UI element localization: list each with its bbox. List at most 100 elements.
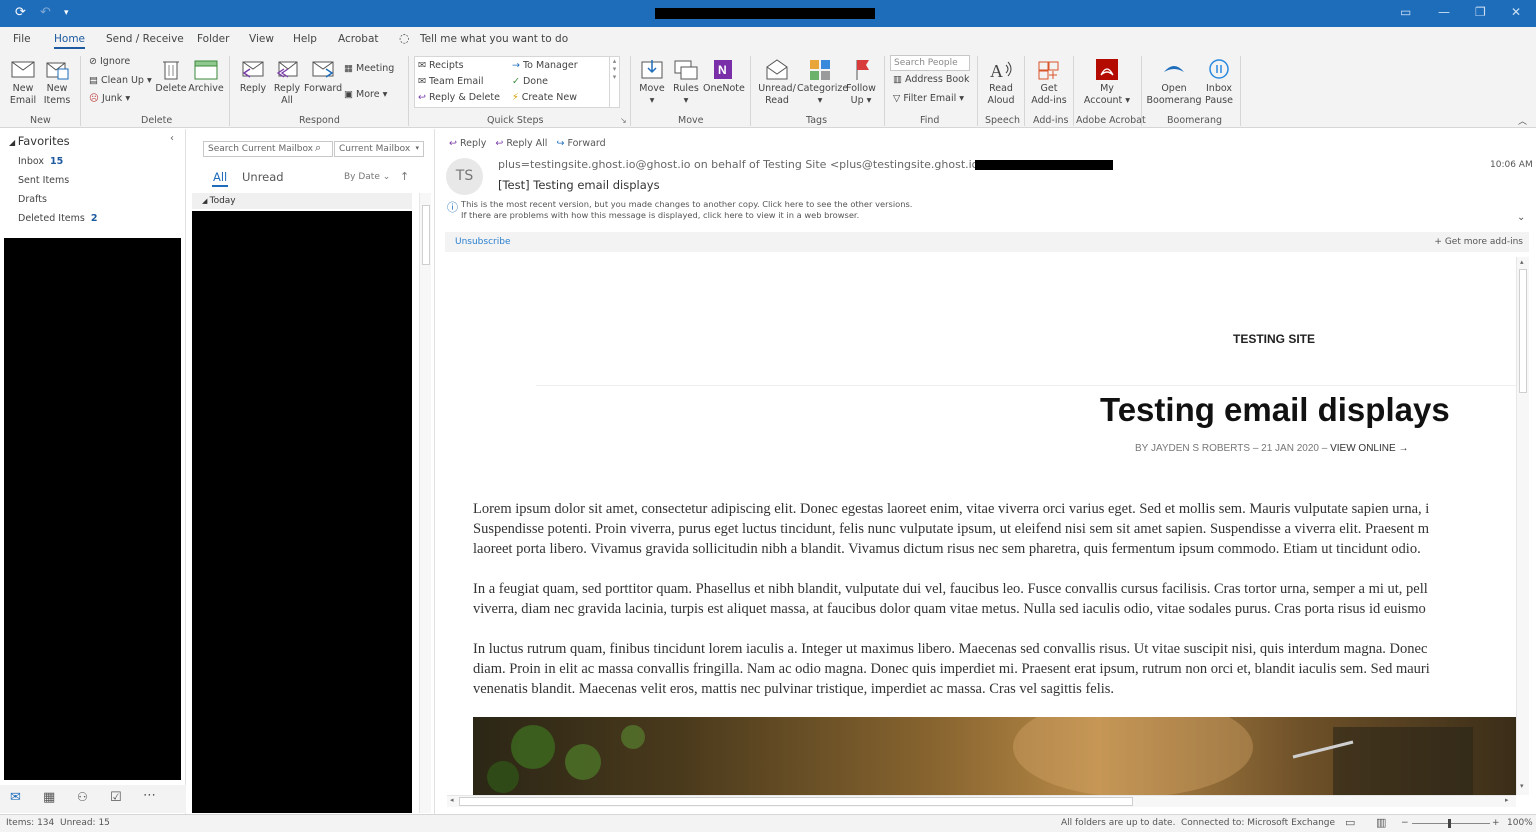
expand-header-icon[interactable]: ⌄ [1517, 212, 1525, 223]
qs-create-new[interactable]: ⚡ Create New [512, 92, 577, 103]
follow-up-button[interactable]: Follow Up ▾ [843, 57, 879, 107]
unread-read-button[interactable]: Unread/ Read [757, 57, 797, 107]
quick-steps-launcher-icon[interactable]: ↘ [620, 116, 627, 125]
mail-icon[interactable]: ✉ [10, 790, 21, 805]
sort-direction-icon[interactable]: ↑ [400, 170, 409, 183]
view-online-link[interactable]: VIEW ONLINE → [1330, 443, 1408, 454]
collapse-ribbon-icon[interactable]: ︿ [1518, 114, 1527, 127]
sort-by-dropdown[interactable]: By Date ⌄ [344, 172, 390, 182]
folder-sent-items[interactable]: Sent Items [18, 175, 69, 186]
unsubscribe-link[interactable]: Unsubscribe [455, 237, 511, 247]
search-mailbox-input[interactable]: Search Current Mailbox [203, 141, 333, 157]
ribbon-display-options-icon[interactable]: ▭ [1400, 5, 1411, 19]
address-book-button[interactable]: ▥ Address Book [893, 74, 970, 85]
collapse-pane-icon[interactable]: ‹ [170, 133, 174, 144]
ignore-button[interactable]: ⊘ Ignore [89, 56, 130, 67]
tab-file[interactable]: File [13, 33, 31, 45]
my-account-button[interactable]: My Account ▾ [1081, 57, 1133, 107]
undo-icon[interactable]: ↶ [40, 5, 51, 20]
folder-inbox[interactable]: Inbox 15 [18, 156, 63, 167]
search-icon[interactable]: ⌕ [315, 141, 321, 155]
scrollbar-thumb[interactable] [1519, 269, 1527, 393]
email-hero-image [473, 717, 1516, 795]
calendar-icon[interactable]: ▦ [43, 790, 55, 805]
reading-pane-horizontal-scrollbar[interactable]: ◂ ▸ [447, 795, 1516, 807]
minimize-icon[interactable]: — [1438, 5, 1450, 19]
maximize-icon[interactable]: ❐ [1475, 5, 1486, 19]
message-list-scrollbar[interactable] [419, 193, 431, 813]
zoom-in-icon[interactable]: + [1492, 818, 1500, 828]
reply-all-button[interactable]: Reply All [270, 57, 304, 107]
reading-view-icon[interactable]: ▥ [1376, 816, 1386, 829]
rules-button[interactable]: Rules ▾ [669, 57, 703, 107]
email-site-name[interactable]: TESTING SITE [1233, 332, 1315, 346]
qs-team-email[interactable]: ✉ Team Email [418, 76, 483, 87]
quick-steps-scroll[interactable]: ▴ ▾ ▾ [609, 57, 619, 107]
scrollbar-thumb[interactable] [422, 205, 430, 265]
people-icon[interactable]: ⚇ [77, 790, 88, 804]
qs-to-manager[interactable]: → To Manager [512, 60, 578, 71]
filter-unread-tab[interactable]: Unread [242, 170, 284, 184]
sender-line[interactable]: plus=testingsite.ghost.io@ghost.io on be… [498, 158, 988, 171]
read-aloud-button[interactable]: A Read Aloud [983, 57, 1019, 107]
categorize-button[interactable]: Categorize ▾ [797, 57, 848, 107]
forward-button[interactable]: Forward [304, 57, 342, 95]
qs-done[interactable]: ✓ Done [512, 76, 548, 87]
tab-view[interactable]: View [249, 33, 274, 45]
archive-button[interactable]: Archive [188, 57, 224, 95]
filter-all-tab[interactable]: All [213, 170, 227, 184]
normal-view-icon[interactable]: ▭ [1345, 816, 1355, 829]
tab-send-receive[interactable]: Send / Receive [106, 33, 184, 45]
tab-help[interactable]: Help [293, 33, 317, 45]
reply-all-action[interactable]: ↩ Reply All [495, 138, 547, 149]
folder-drafts[interactable]: Drafts [18, 194, 47, 205]
scroll-down-icon[interactable]: ▾ [1520, 782, 1524, 790]
scroll-left-icon[interactable]: ◂ [450, 796, 454, 804]
clean-up-button[interactable]: ▤ Clean Up ▾ [89, 75, 152, 86]
reply-button[interactable]: Reply [236, 57, 270, 95]
search-scope-dropdown[interactable]: Current Mailbox ▾ [334, 141, 424, 157]
sender-avatar: TS [446, 158, 483, 195]
folder-deleted-items[interactable]: Deleted Items 2 [18, 213, 97, 224]
delete-button[interactable]: Delete [154, 57, 188, 95]
onenote-icon: N [714, 60, 732, 79]
filter-email-button[interactable]: ▽ Filter Email ▾ [893, 93, 964, 104]
junk-button[interactable]: ☹ Junk ▾ [89, 93, 130, 104]
zoom-out-icon[interactable]: − [1401, 818, 1409, 828]
qs-recipts[interactable]: ✉ Recipts [418, 60, 464, 71]
get-more-addins-link[interactable]: + Get more add-ins [1434, 237, 1523, 247]
onenote-button[interactable]: N OneNote [703, 57, 745, 95]
tab-acrobat[interactable]: Acrobat [338, 33, 379, 45]
zoom-slider-thumb[interactable] [1448, 819, 1451, 828]
forward-action[interactable]: ↪ Forward [556, 138, 605, 149]
more-respond-button[interactable]: ▣ More ▾ [344, 89, 387, 100]
customize-toolbar-icon[interactable]: ▾ [64, 8, 69, 18]
new-items-button[interactable]: New Items [40, 57, 74, 107]
horizontal-scrollbar-thumb[interactable] [459, 797, 1133, 806]
search-people-input[interactable]: Search People [890, 55, 970, 71]
tab-folder[interactable]: Folder [197, 33, 229, 45]
group-label-adobe-acrobat: Adobe Acrobat [1076, 115, 1146, 126]
meeting-button[interactable]: ▦ Meeting [344, 63, 394, 74]
inbox-pause-button[interactable]: Inbox Pause [1202, 57, 1236, 107]
tab-home[interactable]: Home [54, 33, 86, 49]
reply-action[interactable]: ↩ Reply [449, 138, 486, 149]
more-modules-icon[interactable]: ⋯ [143, 788, 156, 803]
move-button[interactable]: Move ▾ [635, 57, 669, 107]
get-addins-button[interactable]: Get Add-ins [1029, 57, 1069, 107]
info-bar[interactable]: This is the most recent version, but you… [461, 199, 912, 221]
group-header-today[interactable]: ◢ Today [192, 193, 412, 209]
zoom-slider[interactable] [1412, 823, 1490, 824]
new-email-button[interactable]: New Email [6, 57, 40, 107]
qs-reply-delete[interactable]: ↩ Reply & Delete [418, 92, 500, 103]
scroll-right-icon[interactable]: ▸ [1505, 796, 1509, 804]
tell-me-search[interactable]: Tell me what you want to do [420, 33, 568, 45]
favorites-header[interactable]: ◢ Favorites [9, 134, 70, 148]
tasks-icon[interactable]: ☑ [110, 790, 122, 805]
open-boomerang-button[interactable]: Open Boomerang [1146, 57, 1202, 107]
scroll-up-icon[interactable]: ▴ [1520, 258, 1524, 266]
zoom-level[interactable]: 100% [1507, 818, 1533, 828]
send-receive-all-icon[interactable]: ⟳ [15, 5, 26, 20]
reading-pane-vertical-scrollbar[interactable]: ▴ ▾ [1516, 257, 1529, 795]
close-icon[interactable]: ✕ [1511, 5, 1521, 19]
